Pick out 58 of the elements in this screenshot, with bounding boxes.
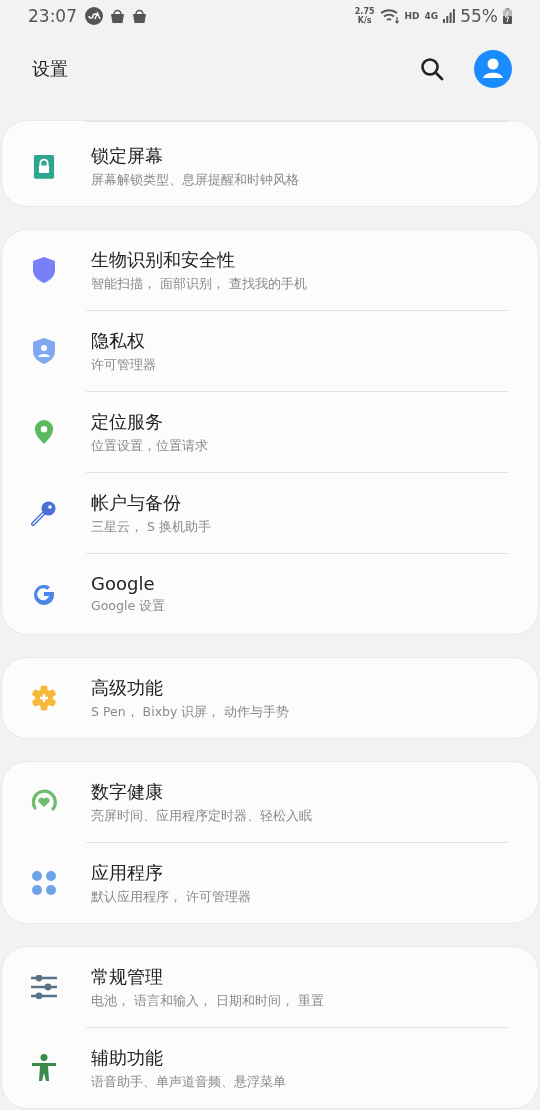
item-title: 常规管理	[91, 964, 163, 989]
item-title: 帐户与备份	[91, 490, 181, 515]
item-subtitle: 亮屏时间、应用程序定时器、轻松入眠	[91, 807, 312, 825]
item-title: 辅助功能	[91, 1045, 163, 1070]
lock-icon	[33, 153, 55, 179]
settings-item[interactable]: 帐户与备份 三星云， S 换机助手	[2, 473, 538, 553]
infinity-badge-icon	[85, 7, 103, 25]
clock-time: 23:07	[28, 6, 77, 26]
network-type: 4G	[424, 11, 439, 21]
settings-item[interactable]: 生物识别和安全性 智能扫描， 面部识别， 查找我的手机	[2, 230, 538, 310]
sliders-icon	[31, 975, 57, 999]
accessibility-person-icon	[31, 1054, 57, 1082]
key-icon	[30, 499, 58, 527]
item-subtitle: 电池， 语言和输入， 日期和时间， 重置	[91, 992, 324, 1010]
apps-grid-icon	[31, 870, 57, 896]
profile-avatar-icon[interactable]	[474, 50, 512, 88]
gear-plus-icon	[31, 685, 57, 711]
item-subtitle: 许可管理器	[91, 356, 156, 374]
item-title: 生物识别和安全性	[91, 247, 235, 272]
shield-icon	[32, 256, 56, 284]
settings-item[interactable]: 常规管理 电池， 语言和输入， 日期和时间， 重置	[2, 947, 538, 1027]
item-title: 高级功能	[91, 675, 163, 700]
item-title: Google	[91, 573, 155, 594]
item-subtitle: 智能扫描， 面部识别， 查找我的手机	[91, 275, 307, 293]
hd-label: HD	[404, 11, 420, 21]
shopping-bag-icon	[132, 8, 147, 24]
item-subtitle: 位置设置，位置请求	[91, 437, 208, 455]
settings-item[interactable]: 隐私权 许可管理器	[2, 311, 538, 391]
speed-unit: K/s	[357, 16, 372, 25]
item-subtitle: 语音助手、单声道音频、悬浮菜单	[91, 1073, 286, 1091]
search-icon[interactable]	[420, 57, 444, 81]
settings-item[interactable]: 锁定屏幕 屏幕解锁类型、息屏提醒和时钟风格	[2, 126, 538, 206]
page-title: 设置	[32, 57, 68, 81]
settings-item[interactable]: 应用程序 默认应用程序， 许可管理器	[2, 843, 538, 923]
shield-person-icon	[32, 337, 56, 365]
item-title: 锁定屏幕	[91, 143, 163, 168]
item-title: 定位服务	[91, 409, 163, 434]
item-subtitle: S Pen， Bixby 识屏， 动作与手势	[91, 703, 290, 721]
settings-item[interactable]: 定位服务 位置设置，位置请求	[2, 392, 538, 472]
shopping-bag-icon	[110, 8, 125, 24]
signal-icon	[443, 9, 456, 23]
settings-item[interactable]: 辅助功能 语音助手、单声道音频、悬浮菜单	[2, 1028, 538, 1108]
item-subtitle: 默认应用程序， 许可管理器	[91, 888, 251, 906]
wifi-icon	[379, 8, 400, 24]
location-pin-icon	[33, 419, 55, 445]
g-logo-icon	[32, 582, 56, 606]
speed-value: 2.75	[354, 7, 375, 16]
item-title: 应用程序	[91, 860, 163, 885]
battery-charging-icon	[503, 8, 512, 24]
item-title: 数字健康	[91, 779, 163, 804]
item-subtitle: 屏幕解锁类型、息屏提醒和时钟风格	[91, 171, 299, 189]
item-subtitle: Google 设置	[91, 598, 166, 615]
settings-item[interactable]: Google Google 设置	[2, 554, 538, 634]
settings-item[interactable]: 高级功能 S Pen， Bixby 识屏， 动作与手势	[2, 658, 538, 738]
settings-item[interactable]: 数字健康 亮屏时间、应用程序定时器、轻松入眠	[2, 762, 538, 842]
item-subtitle: 三星云， S 换机助手	[91, 518, 211, 536]
battery-percent: 55%	[460, 6, 498, 26]
item-title: 隐私权	[91, 328, 145, 353]
